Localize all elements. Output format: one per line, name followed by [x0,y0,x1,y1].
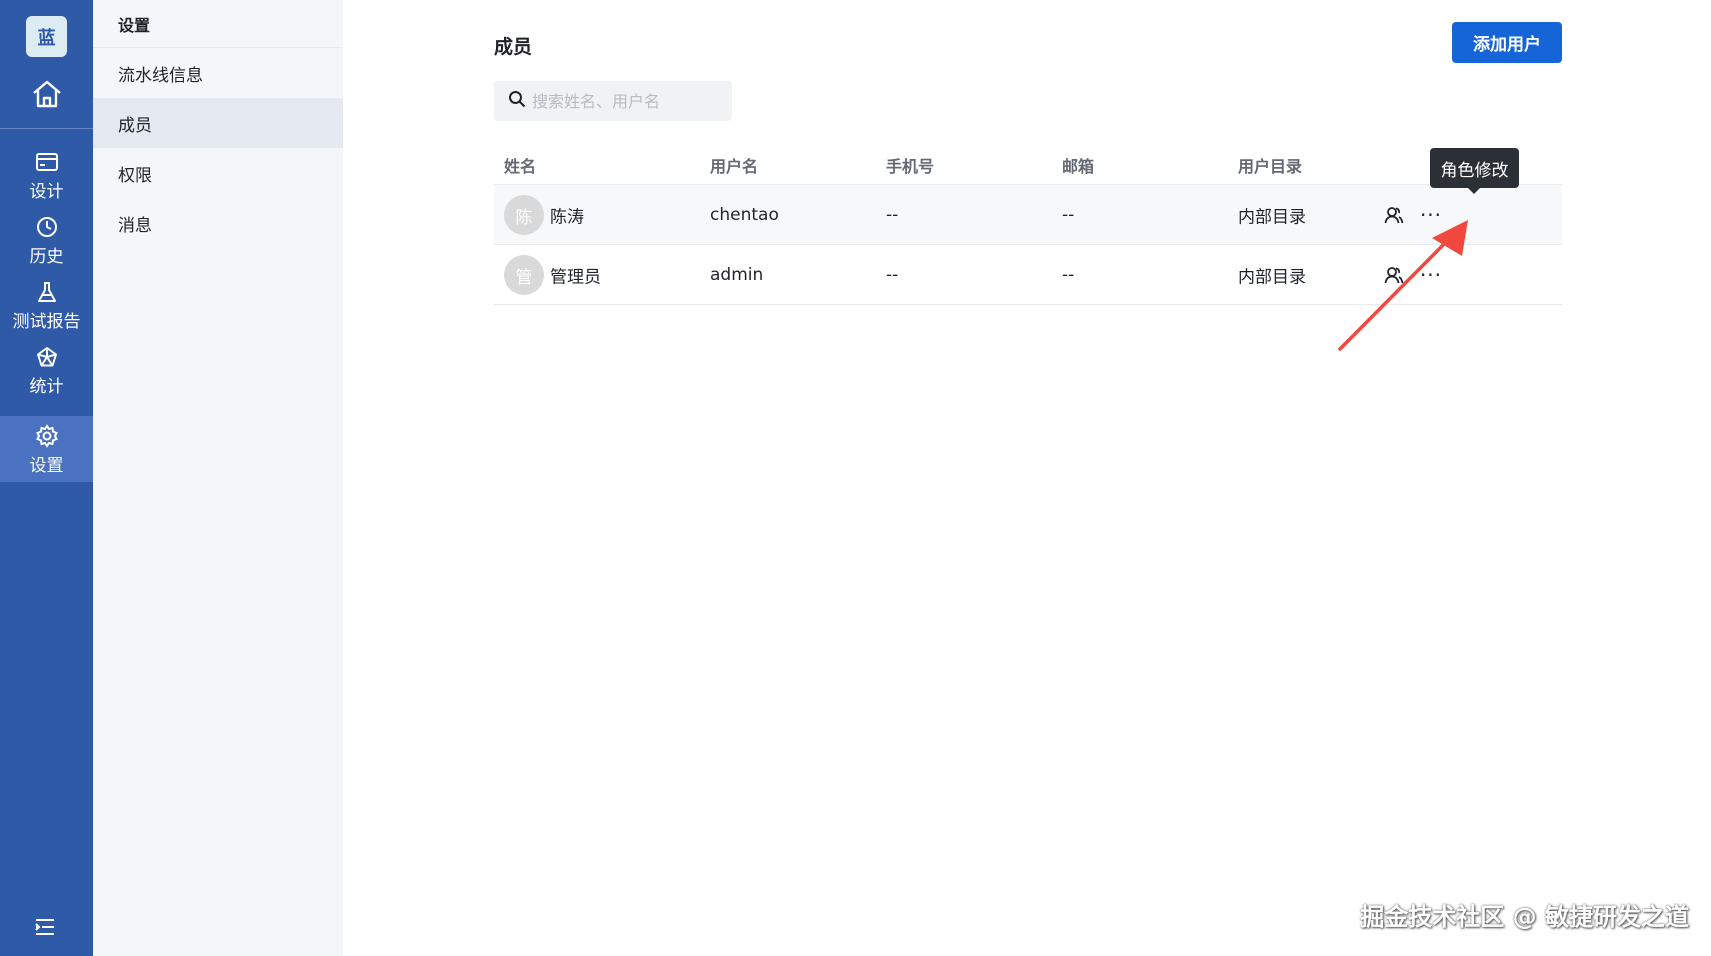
sidebar-item-messages[interactable]: 消息 [93,198,343,248]
rail-item-history[interactable]: 历史 [0,207,93,273]
table-row[interactable]: 陈 陈涛 chentao -- -- 内部目录 ··· [494,185,1562,245]
sidebar-item-permissions[interactable]: 权限 [93,148,343,198]
column-header-name: 姓名 [504,157,537,176]
member-directory: 内部目录 [1238,267,1306,287]
sidebar-item-members[interactable]: 成员 [93,98,343,148]
main-content: 成员 添加用户 姓名 用户名 手机号 邮箱 用户目录 陈 陈涛 chentao … [343,0,1711,956]
edit-role-icon[interactable] [1382,263,1406,287]
nav-rail: 蓝 设计 历史 测试报告 统计 设置 [0,0,93,956]
role-edit-tooltip: 角色修改 [1430,148,1519,194]
add-user-button[interactable]: 添加用户 [1452,22,1562,63]
member-phone: -- [886,264,899,285]
rail-item-label: 统计 [29,376,64,397]
member-email: -- [1062,204,1075,225]
search-box [494,81,732,121]
rail-item-test-report[interactable]: 测试报告 [0,272,93,338]
table-header: 姓名 用户名 手机号 邮箱 用户目录 [494,140,1562,185]
flask-icon [34,279,60,305]
rail-item-label: 设计 [29,181,64,202]
rail-item-design[interactable]: 设计 [0,142,93,208]
more-options-icon[interactable]: ··· [1419,203,1443,227]
app-logo[interactable]: 蓝 [26,16,67,57]
home-icon[interactable] [26,76,67,112]
sidebar-item-pipeline-info[interactable]: 流水线信息 [93,48,343,98]
member-directory: 内部目录 [1238,207,1306,227]
sidebar-title: 设置 [118,16,151,35]
member-email: -- [1062,264,1075,285]
settings-sidebar: 设置 流水线信息 成员 权限 消息 [93,0,343,956]
pentagon-chart-icon [34,344,60,370]
avatar: 陈 [504,195,544,235]
column-header-directory: 用户目录 [1238,157,1303,176]
member-name: 陈涛 [550,207,584,227]
gear-icon [34,423,60,449]
rail-item-label: 测试报告 [12,311,81,332]
rail-divider [0,128,93,129]
rail-item-label: 历史 [29,246,64,267]
app: 蓝 设计 历史 测试报告 统计 设置 设置 流水线信息 成员 权限 消息 成员 … [0,0,1711,956]
more-options-icon[interactable]: ··· [1419,263,1443,287]
watermark: 掘金技术社区 @ 敏捷研发之道 [1360,903,1689,931]
table-row[interactable]: 管 管理员 admin -- -- 内部目录 ··· [494,245,1562,305]
collapse-menu-icon[interactable] [34,917,60,939]
rail-item-settings[interactable]: 设置 [0,416,93,482]
member-name: 管理员 [550,267,601,287]
column-header-email: 邮箱 [1062,157,1095,176]
avatar: 管 [504,255,544,295]
rail-item-stats[interactable]: 统计 [0,337,93,403]
column-header-username: 用户名 [710,157,759,176]
members-table: 姓名 用户名 手机号 邮箱 用户目录 陈 陈涛 chentao -- -- 内部… [494,140,1562,305]
column-header-phone: 手机号 [886,157,935,176]
member-username: admin [710,264,764,285]
page-title: 成员 [494,36,533,58]
edit-role-icon[interactable] [1382,203,1406,227]
rail-item-label: 设置 [29,455,64,476]
member-phone: -- [886,204,899,225]
clock-icon [34,214,60,240]
card-icon [34,149,60,175]
search-input[interactable] [532,91,722,111]
search-icon [508,90,526,112]
member-username: chentao [710,204,779,225]
